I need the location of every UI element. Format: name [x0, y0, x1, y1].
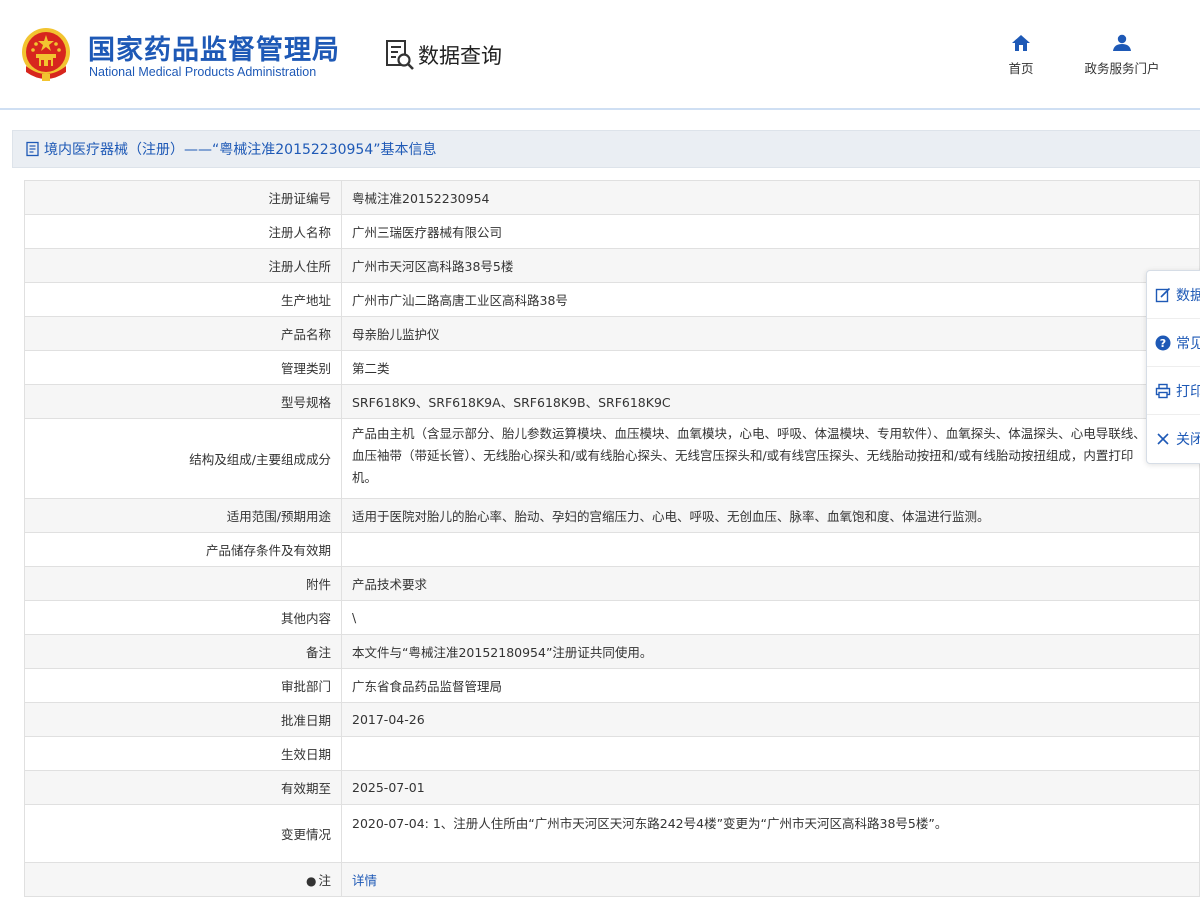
table-row: 批准日期 2017-04-26	[24, 702, 1200, 737]
document-icon	[26, 141, 39, 157]
nav-service-portal-label: 政务服务门户	[1084, 61, 1160, 76]
svg-text:?: ?	[1160, 337, 1166, 350]
row-value-text: 产品由主机（含显示部分、胎儿参数运算模块、血压模块、血氧模块，心电、呼吸、体温模…	[352, 426, 1146, 485]
row-label: 注册人名称	[24, 214, 342, 249]
edit-icon	[1155, 287, 1171, 302]
document-search-icon	[386, 40, 414, 70]
pin-icon: ●	[306, 874, 317, 888]
row-label: 有效期至	[24, 770, 342, 805]
row-value	[341, 532, 1200, 567]
national-emblem-icon	[22, 28, 70, 81]
row-label: 备注	[24, 634, 342, 669]
row-label: 结构及组成/主要组成成分	[24, 418, 342, 499]
site-header: 国家药品监督管理局 National Medical Products Admi…	[0, 0, 1200, 110]
row-value	[341, 736, 1200, 771]
float-item-faq-label: 常见	[1176, 335, 1200, 352]
table-row: 生效日期	[24, 736, 1200, 771]
table-row: 注册证编号 粤械注准20152230954	[24, 180, 1200, 215]
floating-tool-panel: 数据 ? 常见 打印 关闭	[1146, 270, 1200, 464]
row-value: 第二类	[341, 350, 1200, 385]
nav-home[interactable]: 首页	[1000, 34, 1042, 77]
row-value: \	[341, 600, 1200, 635]
table-row: 结构及组成/主要组成成分 产品由主机（含显示部分、胎儿参数运算模块、血压模块、血…	[24, 418, 1200, 499]
row-value: 2017-04-26	[341, 702, 1200, 737]
row-label: 注册人住所	[24, 248, 342, 283]
help-icon: ?	[1155, 335, 1171, 350]
row-value: 广东省食品药品监督管理局	[341, 668, 1200, 703]
table-row: 变更情况 2020-07-04: 1、注册人住所由“广州市天河区天河东路242号…	[24, 804, 1200, 863]
note-label: 注	[318, 873, 331, 888]
table-row: 产品储存条件及有效期	[24, 532, 1200, 567]
float-item-faq[interactable]: ? 常见	[1147, 319, 1200, 367]
data-query-label: 数据查询	[418, 44, 502, 68]
table-row: 生产地址 广州市广汕二路高唐工业区高科路38号	[24, 282, 1200, 317]
breadcrumb-text: 境内医疗器械（注册）——“粤械注准20152230954”基本信息	[44, 142, 437, 158]
nav-service-portal[interactable]: 政务服务门户	[1074, 34, 1170, 77]
row-value: 适用于医院对胎儿的胎心率、胎动、孕妇的宫缩压力、心电、呼吸、无创血压、脉率、血氧…	[341, 498, 1200, 533]
org-name-en: National Medical Products Administration	[89, 65, 317, 79]
row-label: 产品储存条件及有效期	[24, 532, 342, 567]
row-value: 本文件与“粤械注准20152180954”注册证共同使用。	[341, 634, 1200, 669]
row-value: 广州市天河区高科路38号5楼	[341, 248, 1200, 283]
breadcrumb: 境内医疗器械（注册）——“粤械注准20152230954”基本信息	[12, 130, 1200, 168]
float-item-print-label: 打印	[1176, 383, 1200, 400]
close-icon	[1157, 433, 1169, 445]
table-row: 其他内容 \	[24, 600, 1200, 635]
user-icon	[1113, 34, 1131, 51]
note-value-cell: 详情	[341, 862, 1200, 897]
home-icon	[1012, 35, 1030, 51]
table-row: 注册人住所 广州市天河区高科路38号5楼	[24, 248, 1200, 283]
float-item-print[interactable]: 打印	[1147, 367, 1200, 415]
row-value: 产品技术要求	[341, 566, 1200, 601]
row-value: 广州三瑞医疗器械有限公司	[341, 214, 1200, 249]
basic-info-table: 注册证编号 粤械注准20152230954 注册人名称 广州三瑞医疗器械有限公司…	[24, 180, 1200, 897]
float-item-data-label: 数据	[1176, 287, 1200, 304]
row-value: 产品由主机（含显示部分、胎儿参数运算模块、血压模块、血氧模块，心电、呼吸、体温模…	[341, 418, 1200, 499]
row-label: 变更情况	[24, 804, 342, 863]
float-item-data[interactable]: 数据	[1147, 271, 1200, 319]
row-label: 型号规格	[24, 384, 342, 419]
table-row: ● 注 详情	[24, 862, 1200, 897]
row-value: 2020-07-04: 1、注册人住所由“广州市天河区天河东路242号4楼”变更…	[341, 804, 1200, 863]
note-label-cell: ● 注	[24, 862, 342, 897]
row-value: 广州市广汕二路高唐工业区高科路38号	[341, 282, 1200, 317]
print-icon	[1155, 383, 1171, 398]
row-label: 适用范围/预期用途	[24, 498, 342, 533]
table-row: 有效期至 2025-07-01	[24, 770, 1200, 805]
table-row: 产品名称 母亲胎儿监护仪	[24, 316, 1200, 351]
row-label: 审批部门	[24, 668, 342, 703]
row-value: SRF618K9、SRF618K9A、SRF618K9B、SRF618K9C	[341, 384, 1200, 419]
row-label: 其他内容	[24, 600, 342, 635]
table-row: 管理类别 第二类	[24, 350, 1200, 385]
table-row: 适用范围/预期用途 适用于医院对胎儿的胎心率、胎动、孕妇的宫缩压力、心电、呼吸、…	[24, 498, 1200, 533]
table-row: 附件 产品技术要求	[24, 566, 1200, 601]
row-value: 粤械注准20152230954	[341, 180, 1200, 215]
table-row: 注册人名称 广州三瑞医疗器械有限公司	[24, 214, 1200, 249]
float-item-close[interactable]: 关闭	[1147, 415, 1200, 463]
row-label: 管理类别	[24, 350, 342, 385]
table-row: 备注 本文件与“粤械注准20152180954”注册证共同使用。	[24, 634, 1200, 669]
nav-home-label: 首页	[1008, 61, 1034, 76]
data-query-title[interactable]: 数据查询	[384, 38, 502, 72]
table-row: 审批部门 广东省食品药品监督管理局	[24, 668, 1200, 703]
float-item-close-label: 关闭	[1176, 432, 1200, 448]
row-label: 批准日期	[24, 702, 342, 737]
row-label: 生效日期	[24, 736, 342, 771]
row-value: 2025-07-01	[341, 770, 1200, 805]
row-value: 母亲胎儿监护仪	[341, 316, 1200, 351]
table-row: 型号规格 SRF618K9、SRF618K9A、SRF618K9B、SRF618…	[24, 384, 1200, 419]
row-label: 生产地址	[24, 282, 342, 317]
org-name-cn: 国家药品监督管理局	[88, 35, 340, 66]
row-label: 附件	[24, 566, 342, 601]
row-label: 注册证编号	[24, 180, 342, 215]
row-label: 产品名称	[24, 316, 342, 351]
detail-link[interactable]: 详情	[352, 873, 377, 888]
